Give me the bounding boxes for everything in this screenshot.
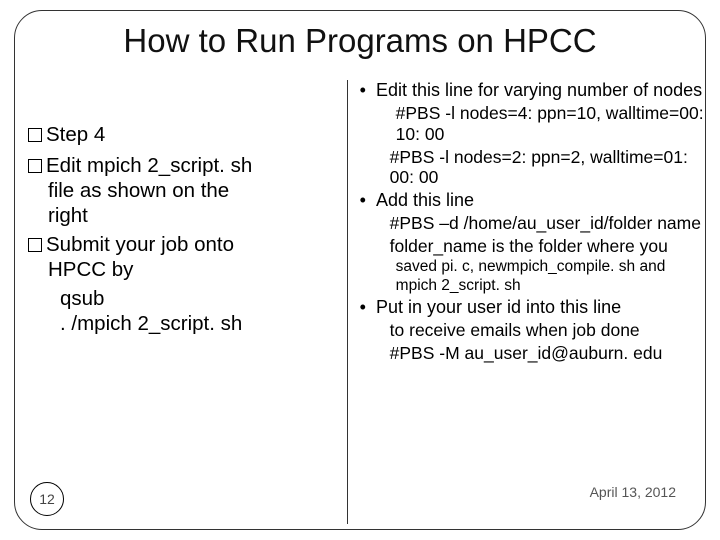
bullet-dot-icon: •: [360, 80, 376, 100]
right-bullet-1-text: Edit this line for varying number of nod…: [376, 80, 702, 100]
left-item-1: Edit mpich 2_script. sh file as shown on…: [28, 153, 341, 228]
slide-number: 12: [30, 482, 64, 516]
right-b2-sub2a: folder_name is the folder where you: [356, 236, 706, 257]
slide: How to Run Programs on HPCC Step 4 Edit …: [0, 0, 720, 540]
right-b2-sub2b: saved pi. c, newmpich_compile. sh and mp…: [356, 258, 706, 295]
left-item-2-line1: Submit your job onto: [46, 233, 234, 256]
slide-title: How to Run Programs on HPCC: [0, 22, 720, 60]
slide-body: Step 4 Edit mpich 2_script. sh file as s…: [28, 80, 706, 524]
right-bullet-2: • Add this line: [356, 190, 706, 211]
left-item-1-line3: right: [48, 204, 88, 227]
right-b2-sub1: #PBS –d /home/au_user_id/folder name: [356, 213, 706, 234]
box-bullet-icon: [28, 159, 42, 173]
left-column: Step 4 Edit mpich 2_script. sh file as s…: [28, 80, 347, 524]
bullet-dot-icon: •: [360, 297, 376, 317]
bullet-dot-icon: •: [360, 190, 376, 210]
right-b3-sub1: to receive emails when job done: [356, 320, 706, 341]
right-column: • Edit this line for varying number of n…: [347, 80, 706, 524]
left-cmd-qsub: qsub: [28, 286, 341, 311]
box-bullet-icon: [28, 238, 42, 252]
left-item-2: Submit your job onto HPCC by: [28, 232, 341, 282]
right-b1-sub2: #PBS -l nodes=2: ppn=2, walltime=01: 00:…: [356, 147, 706, 188]
right-bullet-3: • Put in your user id into this line: [356, 297, 706, 318]
right-b3-sub2: #PBS -M au_user_id@auburn. edu: [356, 343, 706, 364]
right-bullet-3-text: Put in your user id into this line: [376, 297, 621, 317]
left-cmd-script: . /mpich 2_script. sh: [28, 311, 341, 336]
right-b1-sub1: #PBS -l nodes=4: ppn=10, walltime=00: 10…: [356, 103, 706, 144]
step-heading: Step 4: [28, 122, 341, 147]
right-bullet-2-text: Add this line: [376, 190, 474, 210]
step-label: Step 4: [46, 123, 105, 146]
right-bullet-1: • Edit this line for varying number of n…: [356, 80, 706, 101]
left-item-1-line1: Edit mpich 2_script. sh: [46, 154, 252, 177]
box-bullet-icon: [28, 128, 42, 142]
slide-date: April 13, 2012: [590, 484, 676, 500]
left-item-2-line2: HPCC by: [48, 258, 133, 281]
left-item-1-line2: file as shown on the: [48, 179, 229, 202]
